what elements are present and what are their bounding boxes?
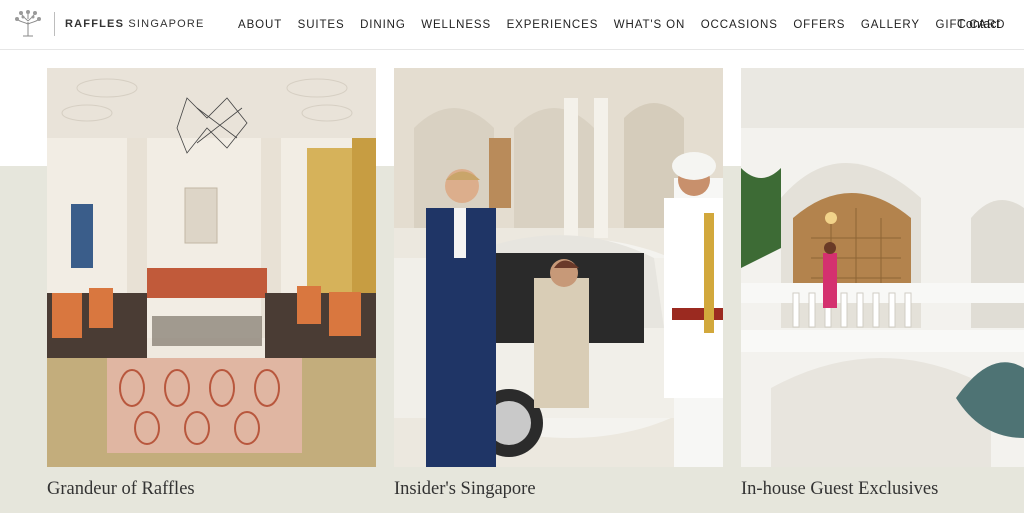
suite-living-room-photo[interactable]: [47, 68, 376, 467]
card-title[interactable]: Insider's Singapore: [394, 479, 536, 500]
brand-name: RAFFLES SINGAPORE: [65, 18, 205, 30]
brand-name-rest: SINGAPORE: [128, 18, 205, 30]
nav-suites[interactable]: SUITES: [298, 19, 345, 31]
nav-about[interactable]: ABOUT: [238, 19, 282, 31]
brand-logo[interactable]: RAFFLES SINGAPORE: [12, 10, 205, 38]
card-title[interactable]: Grandeur of Raffles: [47, 479, 195, 500]
nav-gallery[interactable]: GALLERY: [861, 19, 920, 31]
nav-experiences[interactable]: EXPERIENCES: [507, 19, 599, 31]
card-grandeur: Grandeur of Raffles: [47, 68, 376, 499]
nav-whats-on[interactable]: WHAT'S ON: [614, 19, 685, 31]
raffles-tree-icon: [15, 10, 41, 37]
main-nav: ABOUT SUITES DINING WELLNESS EXPERIENCES…: [238, 0, 1021, 50]
site-header: RAFFLES SINGAPORE ABOUT SUITES DINING WE…: [0, 0, 1024, 50]
card-insiders: Insider's Singapore: [394, 68, 723, 499]
colonial-veranda-photo[interactable]: [741, 68, 1024, 467]
doorman-car-arrival-photo[interactable]: [394, 68, 723, 467]
card-title[interactable]: In-house Guest Exclusives: [741, 479, 938, 500]
logo-divider: [54, 12, 55, 36]
card-exclusives: In-house Guest Exclusives: [741, 68, 1024, 499]
nav-dining[interactable]: DINING: [360, 19, 406, 31]
contact-link[interactable]: Contact: [957, 17, 1000, 31]
nav-wellness[interactable]: WELLNESS: [421, 19, 491, 31]
brand-name-bold: RAFFLES: [65, 18, 125, 30]
nav-offers[interactable]: OFFERS: [793, 19, 845, 31]
nav-occasions[interactable]: OCCASIONS: [701, 19, 778, 31]
